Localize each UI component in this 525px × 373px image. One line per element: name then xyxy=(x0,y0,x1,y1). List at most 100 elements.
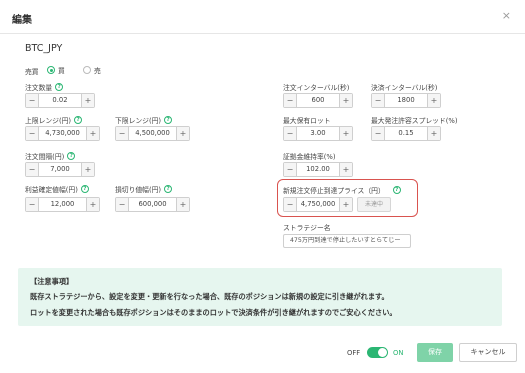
toggle-off-label: OFF xyxy=(347,349,361,357)
stepper-value[interactable]: 1800 xyxy=(385,94,427,107)
decrement-button[interactable]: − xyxy=(284,127,297,140)
decrement-button[interactable]: − xyxy=(372,127,385,140)
order-interval-label-text: 注文間隔(円) xyxy=(25,153,65,161)
lower-range-label-text: 下限レンジ(円) xyxy=(115,117,162,125)
take-profit-label: 利益確定値幅(円) ? xyxy=(25,184,89,194)
increment-button[interactable]: + xyxy=(339,127,352,140)
order-interval-stepper[interactable]: − 7,000 + xyxy=(25,162,95,177)
stop-price-status-button[interactable]: 未達中 xyxy=(357,197,391,212)
help-icon[interactable]: ? xyxy=(164,185,173,193)
max-lot-label: 最大保有ロット xyxy=(283,115,331,125)
toggle-on-label: ON xyxy=(393,349,404,357)
order-interval-sec-label: 注文インターバル(秒) xyxy=(283,82,349,92)
increment-button[interactable]: + xyxy=(339,198,352,211)
help-icon[interactable]: ? xyxy=(55,83,64,91)
toggle-knob xyxy=(378,348,387,357)
settle-interval-sec-label: 決済インターバル(秒) xyxy=(371,82,437,92)
increment-button[interactable]: + xyxy=(86,127,99,140)
settle-interval-sec-stepper[interactable]: − 1800 + xyxy=(371,93,441,108)
stepper-value[interactable]: 7,000 xyxy=(39,163,81,176)
stepper-value[interactable]: 3.00 xyxy=(297,127,339,140)
help-icon[interactable]: ? xyxy=(164,116,173,124)
strategy-name-input[interactable]: 475万円到達で停止したいすとらてじー xyxy=(283,234,411,248)
help-icon[interactable]: ? xyxy=(80,185,89,193)
stepper-value[interactable]: 600,000 xyxy=(129,198,176,211)
order-qty-label-text: 注文数量 xyxy=(25,84,53,92)
stop-loss-label-text: 損切り値幅(円) xyxy=(115,186,162,194)
increment-button[interactable]: + xyxy=(86,198,99,211)
currency-pair: BTC_JPY xyxy=(25,43,63,54)
decrement-button[interactable]: − xyxy=(372,94,385,107)
side-sell-radio[interactable]: 売 xyxy=(83,65,101,75)
max-lot-label-text: 最大保有ロット xyxy=(283,117,331,125)
stepper-value[interactable]: 0.15 xyxy=(385,127,427,140)
dialog-header: 編集 × xyxy=(0,0,525,34)
increment-button[interactable]: + xyxy=(176,127,189,140)
side-sell-label: 売 xyxy=(94,67,101,75)
radio-selected-icon xyxy=(47,66,55,74)
close-icon[interactable]: × xyxy=(502,10,511,21)
stop-price-label: 新規注文停止到達プライス（円） ? xyxy=(283,185,401,195)
margin-rate-stepper[interactable]: − 102.00 + xyxy=(283,162,353,177)
strategy-name-label: ストラテジー名 xyxy=(283,224,331,232)
decrement-button[interactable]: − xyxy=(26,163,39,176)
margin-rate-label-text: 証拠金維持率(%) xyxy=(283,153,336,161)
order-interval-sec-label-text: 注文インターバル(秒) xyxy=(283,84,350,92)
stop-loss-stepper[interactable]: − 600,000 + xyxy=(115,197,190,212)
order-qty-label: 注文数量 ? xyxy=(25,82,64,92)
decrement-button[interactable]: − xyxy=(116,127,129,140)
stop-price-stepper[interactable]: − 4,750,000 + xyxy=(283,197,353,212)
take-profit-stepper[interactable]: − 12,000 + xyxy=(25,197,100,212)
stepper-value[interactable]: 4,730,000 xyxy=(39,127,86,140)
stepper-value[interactable]: 102.00 xyxy=(297,163,339,176)
decrement-button[interactable]: − xyxy=(284,163,297,176)
upper-range-label-text: 上限レンジ(円) xyxy=(25,117,72,125)
help-icon[interactable]: ? xyxy=(392,186,401,194)
stepper-value[interactable]: 4,750,000 xyxy=(297,198,339,211)
max-spread-stepper[interactable]: − 0.15 + xyxy=(371,126,441,141)
help-icon[interactable]: ? xyxy=(74,116,83,124)
take-profit-label-text: 利益確定値幅(円) xyxy=(25,186,78,194)
increment-button[interactable]: + xyxy=(339,94,352,107)
help-icon[interactable]: ? xyxy=(67,152,76,160)
side-buy-label: 買 xyxy=(58,67,65,75)
decrement-button[interactable]: − xyxy=(284,94,297,107)
settle-interval-sec-label-text: 決済インターバル(秒) xyxy=(371,84,438,92)
notice-heading: 【注意事項】 xyxy=(30,277,74,286)
decrement-button[interactable]: − xyxy=(116,198,129,211)
stepper-value[interactable]: 12,000 xyxy=(39,198,86,211)
increment-button[interactable]: + xyxy=(427,127,440,140)
increment-button[interactable]: + xyxy=(81,94,94,107)
decrement-button[interactable]: − xyxy=(26,127,39,140)
stop-loss-label: 損切り値幅(円) ? xyxy=(115,184,173,194)
increment-button[interactable]: + xyxy=(427,94,440,107)
increment-button[interactable]: + xyxy=(81,163,94,176)
stepper-value[interactable]: 600 xyxy=(297,94,339,107)
notice-line: ロットを変更された場合も既存ポジションはそのままのロットで決済条件が引き継がれま… xyxy=(30,308,397,317)
stepper-value[interactable]: 4,500,000 xyxy=(129,127,176,140)
lower-range-label: 下限レンジ(円) ? xyxy=(115,115,173,125)
radio-unselected-icon xyxy=(83,66,91,74)
stop-price-label-text: 新規注文停止到達プライス（円） xyxy=(283,187,385,195)
decrement-button[interactable]: − xyxy=(284,198,297,211)
upper-range-label: 上限レンジ(円) ? xyxy=(25,115,83,125)
order-qty-stepper[interactable]: − 0.02 + xyxy=(25,93,95,108)
active-toggle[interactable] xyxy=(367,347,388,358)
notice-line: 既存ストラテジーから、設定を変更・更新を行なった場合、既存のポジションは新規の設… xyxy=(30,292,389,301)
save-button[interactable]: 保存 xyxy=(417,343,453,362)
decrement-button[interactable]: − xyxy=(26,94,39,107)
cancel-button[interactable]: キャンセル xyxy=(459,343,517,362)
order-interval-sec-stepper[interactable]: − 600 + xyxy=(283,93,353,108)
lower-range-stepper[interactable]: − 4,500,000 + xyxy=(115,126,190,141)
decrement-button[interactable]: − xyxy=(26,198,39,211)
increment-button[interactable]: + xyxy=(176,198,189,211)
side-label: 売買 xyxy=(25,68,39,76)
margin-rate-label: 証拠金維持率(%) xyxy=(283,151,336,161)
side-buy-radio[interactable]: 買 xyxy=(47,65,65,75)
upper-range-stepper[interactable]: − 4,730,000 + xyxy=(25,126,100,141)
dialog-title: 編集 xyxy=(12,15,32,26)
max-lot-stepper[interactable]: − 3.00 + xyxy=(283,126,353,141)
stepper-value[interactable]: 0.02 xyxy=(39,94,81,107)
max-spread-label-text: 最大発注許容スプレッド(%) xyxy=(371,117,458,125)
increment-button[interactable]: + xyxy=(339,163,352,176)
